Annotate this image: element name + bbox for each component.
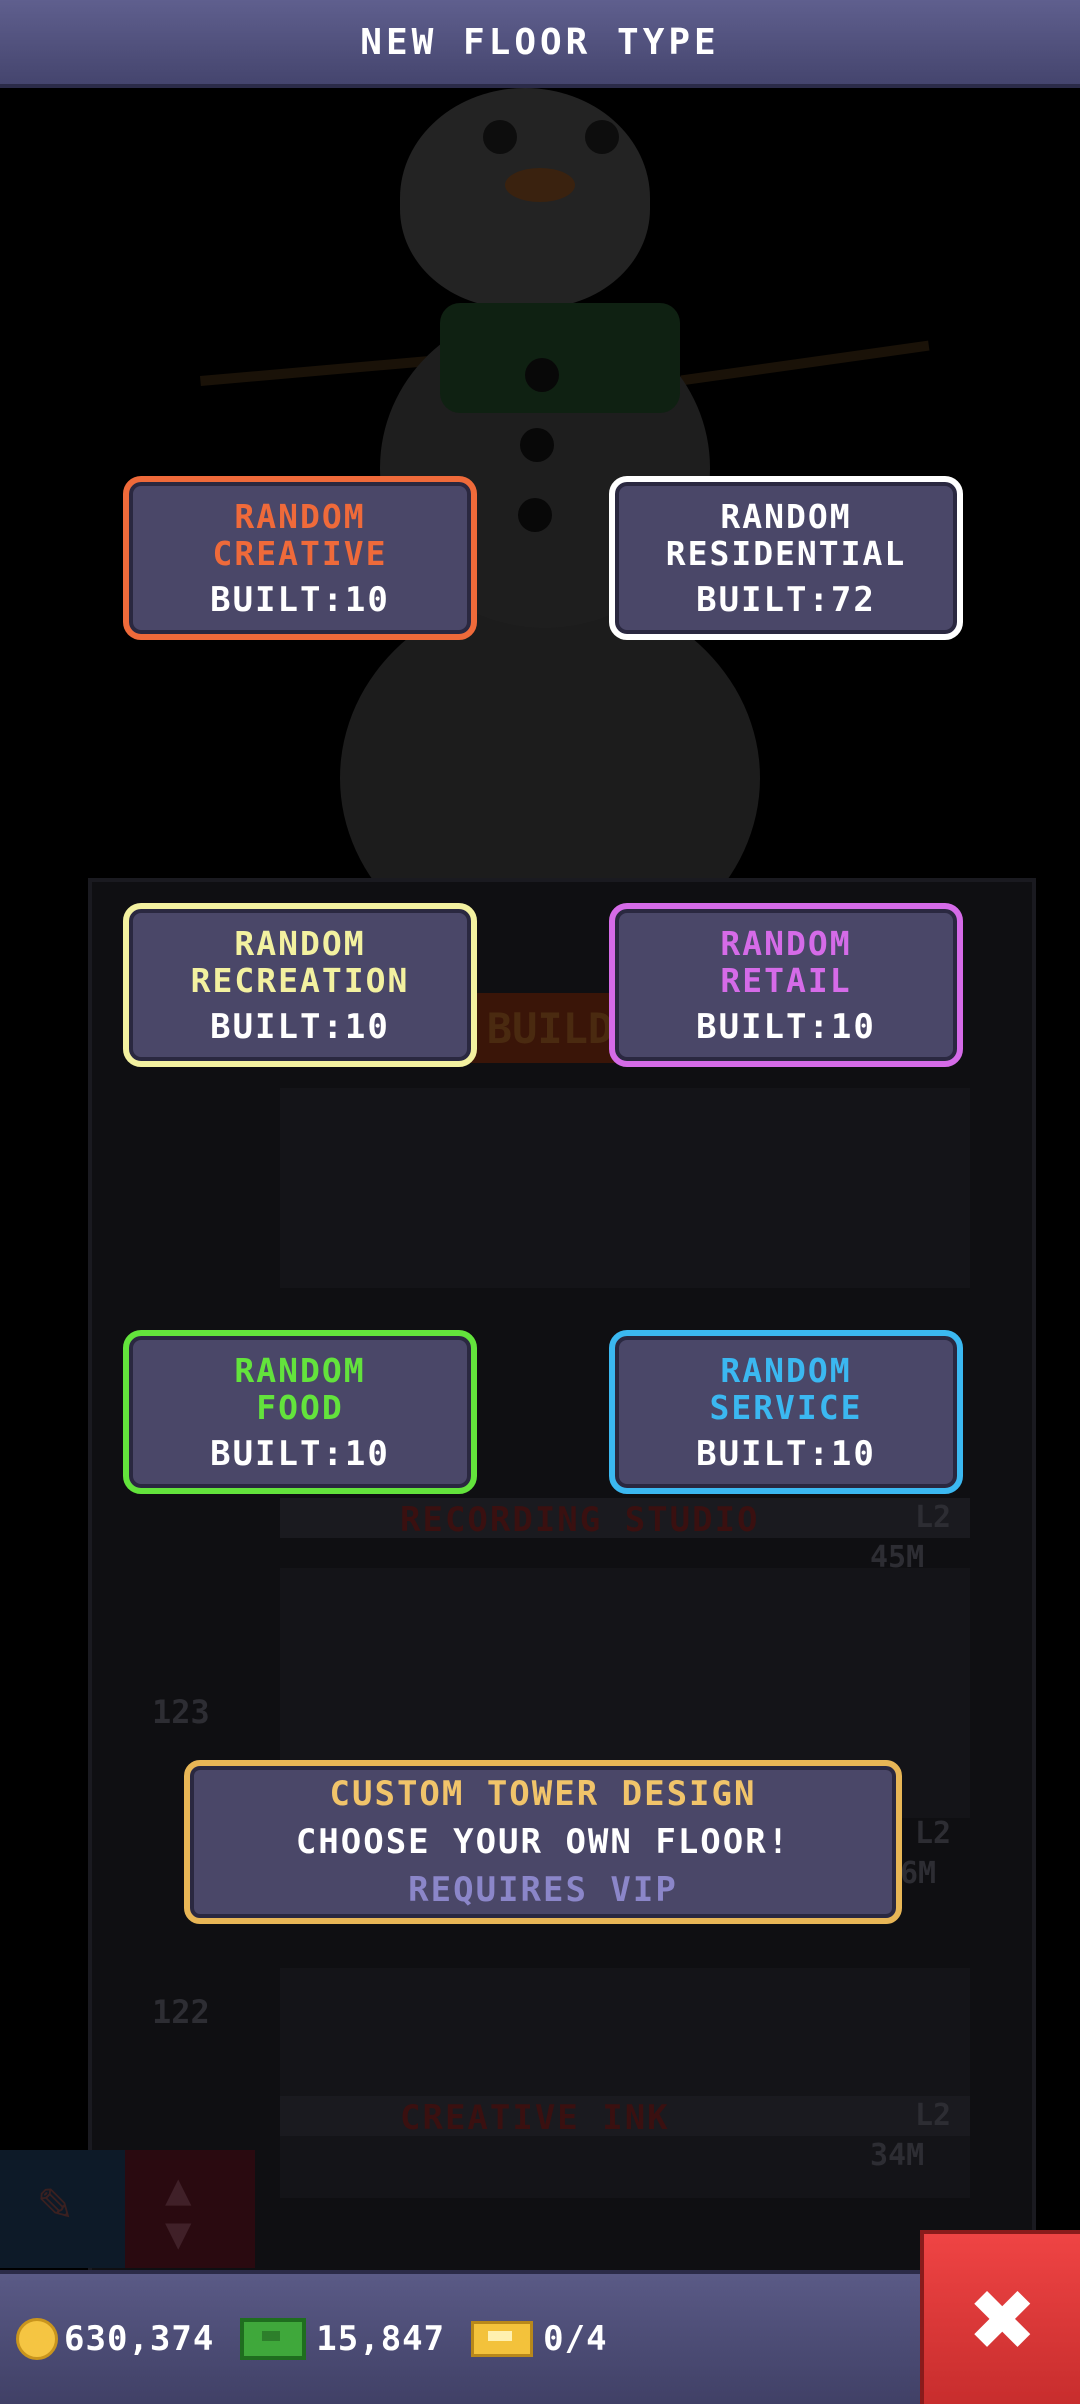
- floor-type-built-count: BUILT:72: [696, 579, 876, 620]
- tower-room: [280, 1088, 970, 1288]
- snowman-left-eye: [483, 120, 517, 154]
- random-food-button[interactable]: RANDOM FOOD BUILT:10: [123, 1330, 477, 1494]
- snowman-scarf: [440, 303, 680, 413]
- floor-name: CREATIVE INK: [400, 2098, 670, 2138]
- close-icon: ✖: [970, 2255, 1038, 2383]
- floor-value: 34M: [870, 2138, 925, 2173]
- floor-type-name: RANDOM RETAIL: [720, 923, 852, 1000]
- snowman-button: [520, 428, 554, 462]
- tickets-value: 0/4: [543, 2319, 608, 2359]
- dropper-tool-button: ✎: [0, 2150, 125, 2268]
- random-recreation-button[interactable]: RANDOM RECREATION BUILT:10: [123, 903, 477, 1067]
- floor-number: 123: [152, 1693, 210, 1731]
- random-retail-button[interactable]: RANDOM RETAIL BUILT:10: [609, 903, 963, 1067]
- floor-type-built-count: BUILT:10: [210, 579, 390, 620]
- snowman-right-eye: [585, 120, 619, 154]
- floor-level: L2: [915, 1500, 952, 1535]
- floor-type-name: RANDOM CREATIVE: [212, 496, 388, 573]
- floor-value: 6M: [900, 1856, 937, 1891]
- coins-counter: 630,374: [16, 2318, 214, 2360]
- random-residential-button[interactable]: RANDOM RESIDENTIAL BUILT:72: [609, 476, 963, 640]
- floor-type-name: RANDOM RESIDENTIAL: [665, 496, 907, 573]
- floor-type-built-count: BUILT:10: [210, 1433, 390, 1474]
- snowman-button: [518, 498, 552, 532]
- floor-type-built-count: BUILT:10: [696, 1433, 876, 1474]
- custom-design-subtitle: CHOOSE YOUR OWN FLOOR!: [295, 1822, 791, 1862]
- floor-value: 45M: [870, 1540, 925, 1575]
- close-button[interactable]: ✖: [920, 2230, 1080, 2404]
- floor-type-name: RANDOM FOOD: [234, 1350, 366, 1427]
- random-creative-button[interactable]: RANDOM CREATIVE BUILT:10: [123, 476, 477, 640]
- screen-title: NEW FLOOR TYPE: [0, 0, 1080, 88]
- snowman-nose: [505, 168, 575, 202]
- random-service-button[interactable]: RANDOM SERVICE BUILT:10: [609, 1330, 963, 1494]
- snowman-right-arm: [680, 340, 930, 386]
- cash-icon: [240, 2318, 307, 2360]
- bux-value: 15,847: [316, 2319, 446, 2359]
- coins-value: 630,374: [64, 2319, 215, 2359]
- elevator-tool-button: ▲ ▼: [125, 2150, 255, 2268]
- coin-icon: [16, 2318, 58, 2360]
- floor-name: RECORDING STUDIO: [400, 1500, 760, 1540]
- background-scene: RECORDING STUDIO L2 45M 123 L2 6M 122 CR…: [0, 88, 1080, 2286]
- status-bar: 630,374 15,847 0/4: [0, 2270, 936, 2404]
- snowman-left-arm: [200, 355, 430, 387]
- bux-counter: 15,847: [240, 2318, 445, 2360]
- snowman-button: [525, 358, 559, 392]
- tickets-counter: 0/4: [471, 2319, 607, 2359]
- floor-level: L2: [915, 2098, 952, 2133]
- dropper-icon: ✎: [38, 2170, 72, 2235]
- floor-type-built-count: BUILT:10: [210, 1006, 390, 1047]
- custom-design-title: CUSTOM TOWER DESIGN: [329, 1774, 757, 1814]
- floor-type-built-count: BUILT:10: [696, 1006, 876, 1047]
- floor-type-name: RANDOM SERVICE: [709, 1350, 863, 1427]
- up-down-arrows-icon: ▲ ▼: [165, 2164, 192, 2259]
- floor-level: L2: [915, 1816, 952, 1851]
- floor-type-name: RANDOM RECREATION: [190, 923, 410, 1000]
- vip-requirement-label: REQUIRES VIP: [408, 1870, 678, 1910]
- floor-number: 122: [152, 1993, 210, 2031]
- tower-room: [280, 1968, 970, 2198]
- custom-tower-design-button[interactable]: CUSTOM TOWER DESIGN CHOOSE YOUR OWN FLOO…: [184, 1760, 902, 1924]
- ticket-icon: [471, 2321, 534, 2357]
